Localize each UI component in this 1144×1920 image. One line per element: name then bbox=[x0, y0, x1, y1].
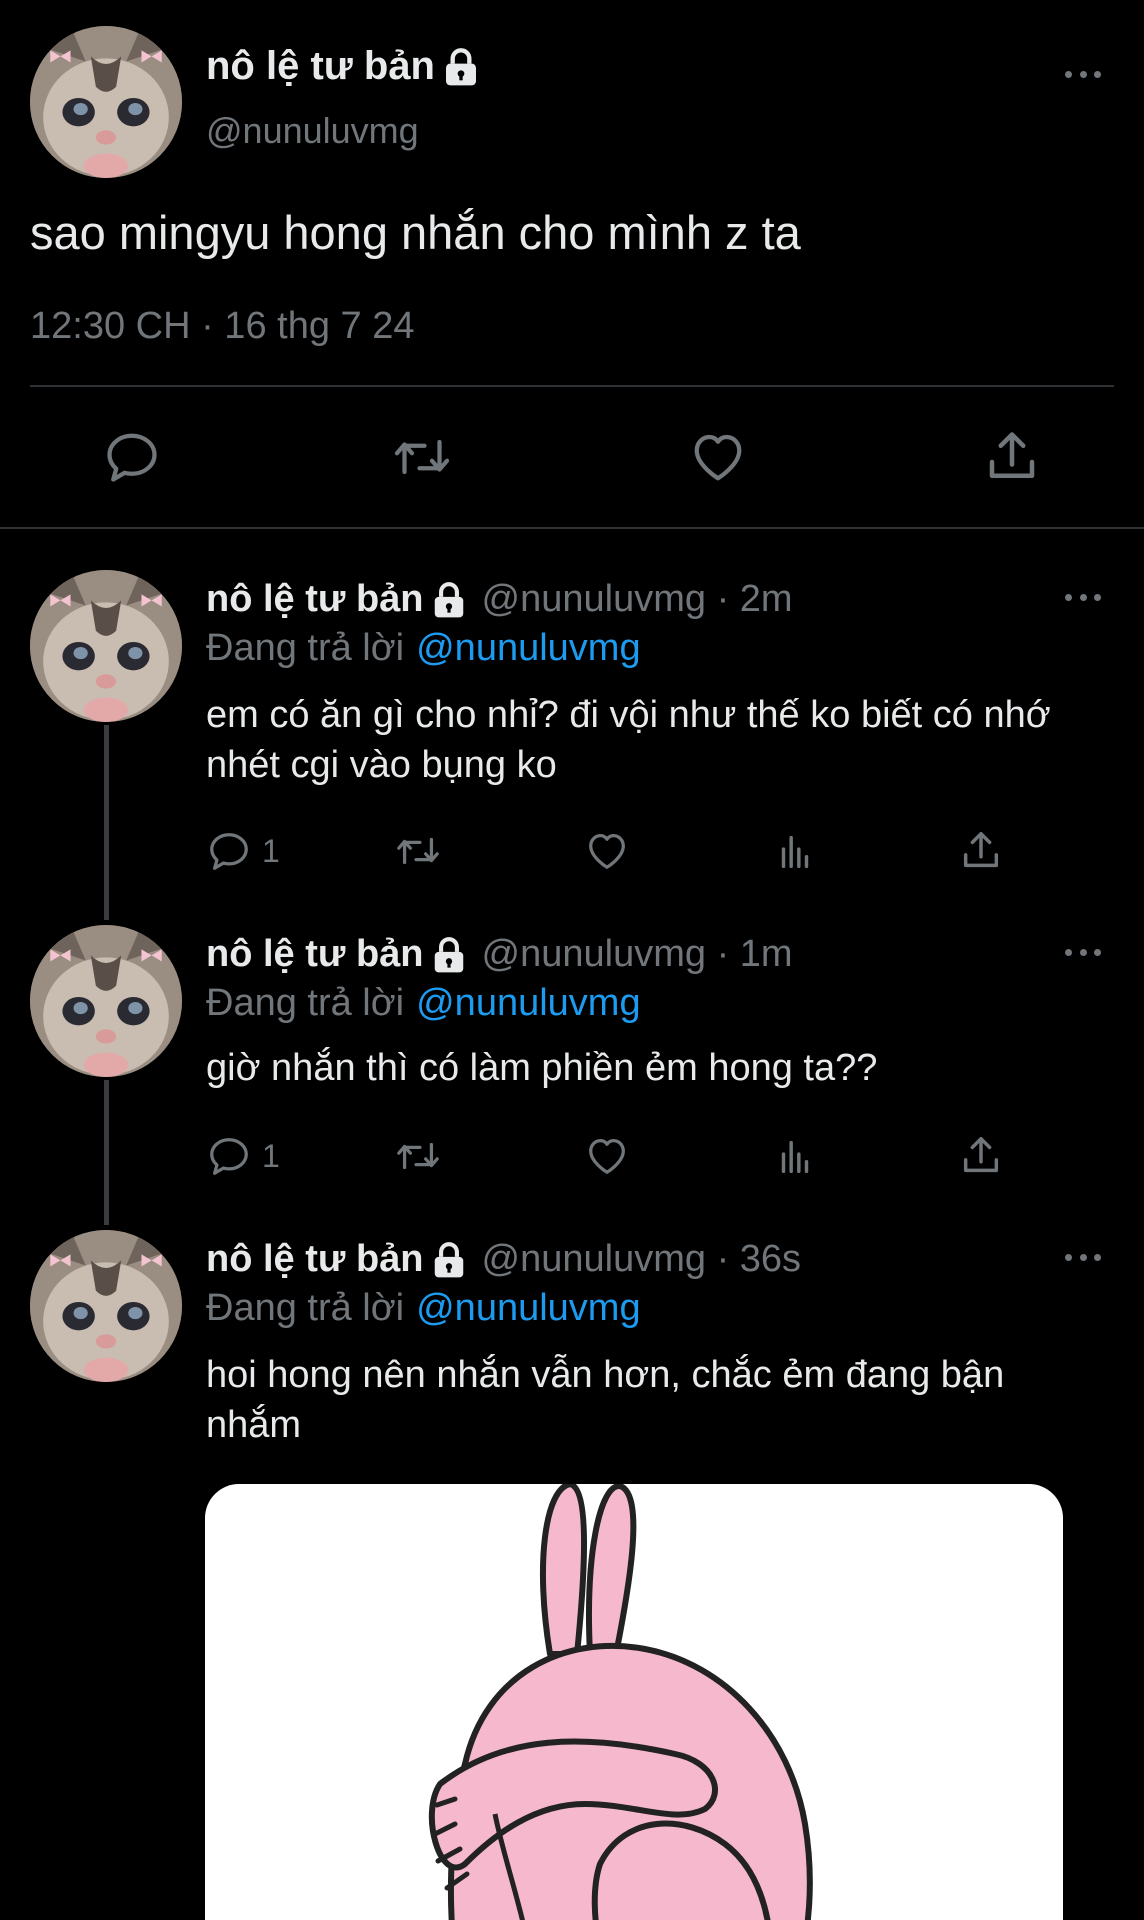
avatar[interactable] bbox=[30, 925, 182, 1077]
reply-text: giờ nhắn thì có làm phiền ẻm hong ta?? bbox=[206, 1047, 878, 1089]
avatar[interactable] bbox=[30, 1230, 182, 1382]
divider bbox=[0, 527, 1144, 529]
cat-avatar-image bbox=[30, 925, 182, 1077]
views-button[interactable] bbox=[772, 1133, 818, 1179]
reply-button[interactable] bbox=[102, 427, 162, 487]
like-icon bbox=[584, 828, 630, 874]
replying-to-label: Đang trả lời bbox=[206, 627, 405, 669]
author-name[interactable]: nô lệ tư bản bbox=[206, 44, 435, 89]
thread-line bbox=[104, 1080, 109, 1225]
lock-icon bbox=[430, 936, 468, 974]
author-handle-time[interactable]: @nunuluvmg · 1m bbox=[482, 933, 793, 976]
reply-button[interactable]: 1 bbox=[206, 828, 280, 874]
retweet-button[interactable] bbox=[395, 1133, 441, 1179]
share-icon bbox=[958, 828, 1004, 874]
replying-to: Đang trả lời @nunuluvmg bbox=[206, 982, 641, 1025]
reply-icon bbox=[206, 828, 252, 874]
like-icon bbox=[584, 1133, 630, 1179]
reply-icon bbox=[206, 1133, 252, 1179]
author-handle[interactable]: @nunuluvmg bbox=[206, 110, 419, 152]
author-handle-time[interactable]: @nunuluvmg · 2m bbox=[482, 578, 793, 621]
author-handle-time[interactable]: @nunuluvmg · 36s bbox=[482, 1238, 802, 1281]
more-options-icon[interactable] bbox=[1063, 587, 1103, 607]
like-button[interactable] bbox=[584, 828, 630, 874]
thread-line bbox=[104, 725, 109, 920]
pink-bunny-sticker bbox=[428, 1484, 813, 1920]
replying-to: Đang trả lời @nunuluvmg bbox=[206, 1287, 641, 1330]
share-button[interactable] bbox=[958, 1133, 1004, 1179]
divider bbox=[30, 385, 1114, 387]
replying-to-label: Đang trả lời bbox=[206, 1287, 405, 1329]
reply-count: 1 bbox=[262, 1137, 280, 1174]
media-image[interactable] bbox=[205, 1484, 1063, 1920]
retweet-icon bbox=[395, 1133, 441, 1179]
lock-icon bbox=[430, 1241, 468, 1279]
more-options-icon[interactable] bbox=[1063, 942, 1103, 962]
lock-icon bbox=[430, 581, 468, 619]
mention-link[interactable]: @nunuluvmg bbox=[416, 982, 640, 1024]
reply-text: hoi hong nên nhắn vẫn hơn, chắc ẻm đang … bbox=[206, 1354, 1005, 1446]
share-button[interactable] bbox=[958, 828, 1004, 874]
retweet-icon bbox=[395, 828, 441, 874]
reply-count: 1 bbox=[262, 832, 280, 869]
views-button[interactable] bbox=[772, 828, 818, 874]
tweet-text: sao mingyu hong nhắn cho mình z ta bbox=[30, 206, 801, 259]
share-button[interactable] bbox=[982, 427, 1042, 487]
reply-header: nô lệ tư bản @nunuluvmg · 36s bbox=[206, 1238, 801, 1281]
retweet-button[interactable] bbox=[395, 828, 441, 874]
replying-to: Đang trả lời @nunuluvmg bbox=[206, 627, 641, 670]
avatar[interactable] bbox=[30, 26, 182, 178]
retweet-icon bbox=[392, 427, 452, 487]
share-icon bbox=[982, 427, 1042, 487]
cat-avatar-image bbox=[30, 26, 182, 178]
cat-avatar-image bbox=[30, 570, 182, 722]
author-name-row[interactable]: nô lệ tư bản bbox=[206, 44, 481, 89]
reply-icon bbox=[102, 427, 162, 487]
more-options-icon[interactable] bbox=[1063, 64, 1103, 84]
reply-header: nô lệ tư bản @nunuluvmg · 1m bbox=[206, 933, 793, 976]
reply-button[interactable]: 1 bbox=[206, 1133, 280, 1179]
views-icon bbox=[772, 828, 818, 874]
author-name[interactable]: nô lệ tư bản bbox=[206, 933, 424, 976]
share-icon bbox=[958, 1133, 1004, 1179]
views-icon bbox=[772, 1133, 818, 1179]
cat-avatar-image bbox=[30, 1230, 182, 1382]
author-name[interactable]: nô lệ tư bản bbox=[206, 1238, 424, 1281]
author-name[interactable]: nô lệ tư bản bbox=[206, 578, 424, 621]
lock-icon bbox=[441, 47, 481, 87]
mention-link[interactable]: @nunuluvmg bbox=[416, 1287, 640, 1329]
avatar[interactable] bbox=[30, 570, 182, 722]
retweet-button[interactable] bbox=[392, 427, 452, 487]
tweet-timestamp[interactable]: 12:30 CH · 16 thg 7 24 bbox=[30, 305, 414, 348]
reply-text: em có ăn gì cho nhỉ? đi vội như thế ko b… bbox=[206, 694, 1051, 786]
like-button[interactable] bbox=[584, 1133, 630, 1179]
like-icon bbox=[688, 427, 748, 487]
like-button[interactable] bbox=[688, 427, 748, 487]
replying-to-label: Đang trả lời bbox=[206, 982, 405, 1024]
reply-header: nô lệ tư bản @nunuluvmg · 2m bbox=[206, 578, 793, 621]
mention-link[interactable]: @nunuluvmg bbox=[416, 627, 640, 669]
more-options-icon[interactable] bbox=[1063, 1247, 1103, 1267]
